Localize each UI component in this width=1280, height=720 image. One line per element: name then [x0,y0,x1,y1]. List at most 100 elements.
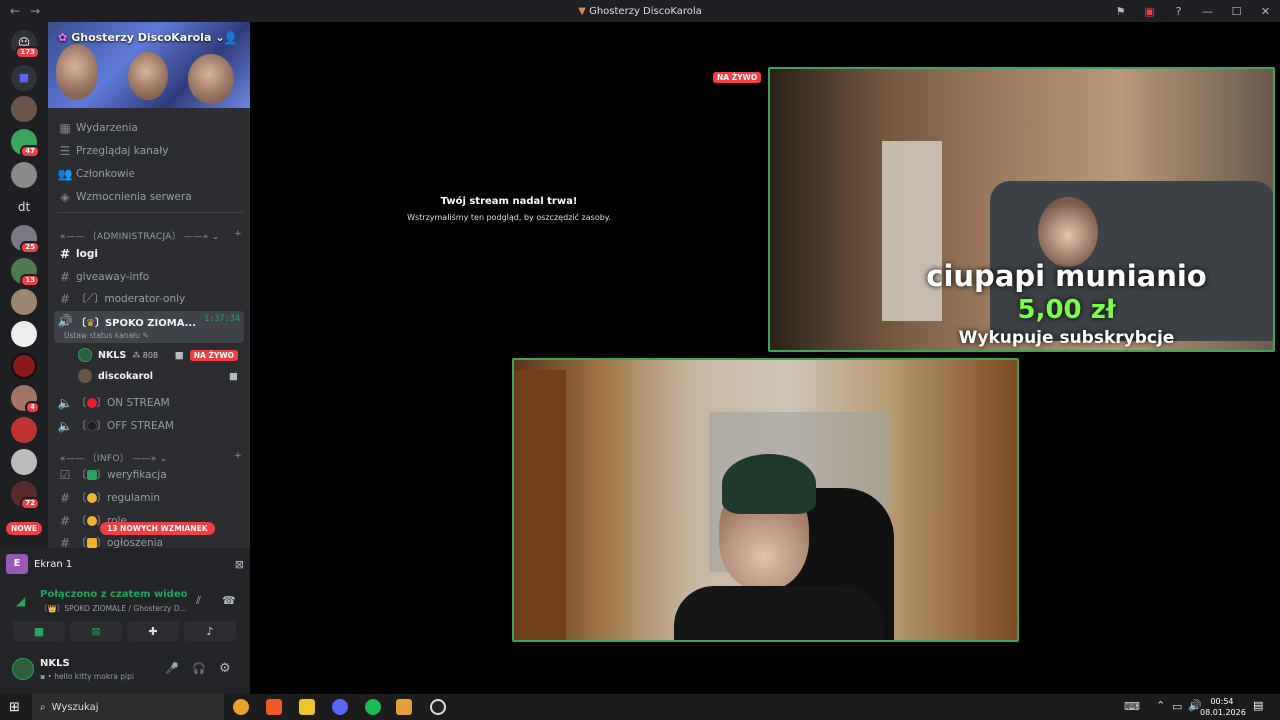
channel-off-stream[interactable]: 🔈 〔〕 OFF STREAM [54,415,244,436]
guild-icon[interactable] [11,353,37,379]
headphones-icon[interactable]: 🎧 [192,662,206,675]
app-icon[interactable] [233,699,249,715]
stream-tile-discokarol[interactable]: ciupapi munianio 5,00 zł Wykupuje subskr… [768,67,1275,352]
hash-icon: # [59,269,71,284]
notifications-icon[interactable]: ▤ [1253,699,1263,712]
category-admin[interactable]: «—— 〔ADMINISTRACJA〕 ——» ⌄ + [60,229,242,242]
help-icon[interactable]: ? [1164,5,1193,18]
minimize-button[interactable]: — [1193,5,1222,18]
guild-icon[interactable] [11,162,37,188]
obs-icon[interactable] [430,699,446,715]
guild-icon[interactable]: 72 [11,481,40,510]
inbox-icon[interactable]: ⚑ [1106,5,1135,18]
menu-server-boosts[interactable]: ◈ Wzmocnienia serwera [54,186,244,207]
discord-taskbar-icon[interactable] [332,699,348,715]
home-button[interactable]: ☺ 173 [11,30,40,59]
hash-icon: # [59,490,71,505]
guild-icon[interactable]: 47 [11,129,40,158]
speaker-icon: 🔈 [57,418,73,433]
streamer-image [1038,197,1098,267]
share-screen-button[interactable]: ⊠ [70,621,122,641]
windows-start-icon[interactable]: ⊞ [9,700,20,715]
guild-icon[interactable] [11,289,37,315]
menu-events[interactable]: ▦ Wydarzenia [54,117,244,138]
settings-icon[interactable]: ⚙ [219,661,231,676]
user-status: ▪ • hello kitty mokra pipi [40,672,134,681]
server-name[interactable]: ✿ Ghosterzy DiscoKarola ⌄ [58,31,225,44]
channel-giveaway-info[interactable]: # giveaway-info [54,266,244,287]
user-avatar[interactable] [12,658,34,680]
camera-icon: ■ [229,370,238,382]
door-image [514,370,566,640]
invite-icon[interactable]: 👤 [223,31,238,45]
channel-weryfikacja[interactable]: ☑ 〔〕 weryfikacja [54,464,244,485]
guild-icon[interactable] [11,321,37,347]
voice-user-discokarol[interactable]: discokarol ■ [78,366,238,386]
channel-on-stream[interactable]: 🔈 〔〕 ON STREAM [54,392,244,413]
search-icon: ⌕ [40,701,46,713]
clock[interactable]: 00:54 08.01.2026 [1200,696,1246,718]
username[interactable]: NKLS [40,658,70,669]
channel-logi[interactable]: # logi [54,243,244,264]
camera-button[interactable]: ■ [13,621,65,641]
notification-badge: 47 [20,145,40,158]
media-player-icon[interactable] [396,699,412,715]
banner-photo [128,52,168,100]
pencil-icon: ✎ [142,331,149,340]
activities-button[interactable]: ✚ [127,621,179,641]
channel-status-input[interactable]: Ustaw status kanału ✎ [64,331,204,340]
screen-share-icon[interactable]: ▣ [1135,5,1164,18]
connection-status[interactable]: ◢ Połączono z czatem wideo 〔👑〕SPOKO ZIOM… [6,586,244,618]
hash-icon: # [59,513,71,528]
guild-icon[interactable] [11,417,37,443]
banner-photo [56,44,98,100]
divider [58,212,244,213]
guild-icon[interactable]: ■ [11,65,37,91]
guild-icon[interactable]: 13 [11,258,40,287]
add-channel-icon[interactable]: + [234,451,242,464]
new-badge[interactable]: NOWE [6,522,43,535]
noise-suppression-icon[interactable]: ⫽ [196,594,201,608]
spotify-icon[interactable] [365,699,381,715]
brave-icon[interactable] [266,699,282,715]
soundboard-button[interactable]: ♪ [184,621,236,641]
apps-icon: ✚ [148,624,158,638]
guild-icon[interactable]: 4 [11,385,40,414]
close-button[interactable]: ✕ [1251,5,1280,18]
network-icon[interactable]: ▭ [1172,700,1182,713]
voice-user-nkls[interactable]: NKLS ⁂ 808 ■ NA ŻYWO [78,345,238,365]
avatar [78,369,92,383]
paused-notice: Twój stream nadal trwa! Wstrzymaliśmy te… [407,196,611,222]
voice-channel-spoko-ziomale[interactable]: 🔊 〔♛〕SPOKO ZIOMA... Ustaw status kanału … [54,311,244,343]
file-explorer-icon[interactable] [299,699,315,715]
taskbar-search[interactable]: ⌕ Wyszukaj [32,694,224,720]
guild-icon[interactable]: 25 [11,225,40,254]
screen-avatar: E [6,554,28,574]
speaker-icon: 🔈 [57,395,73,410]
guild-icon[interactable]: dt [11,194,37,220]
menu-members[interactable]: 👥 Członkowie [54,163,244,184]
add-channel-icon[interactable]: + [234,229,242,242]
channel-regulamin[interactable]: # 〔〕 regulamin [54,487,244,508]
server-banner[interactable]: ✿ Ghosterzy DiscoKarola ⌄ 👤 [48,22,250,108]
stop-share-icon[interactable]: ⊠ [235,558,244,571]
channel-moderator-only[interactable]: # 〔 ⟋ 〕 moderator-only [54,288,244,309]
guild-icon[interactable] [11,96,37,122]
new-mentions-badge[interactable]: 13 NOWYCH WZMIANEK [100,522,215,535]
back-arrow-icon[interactable]: ← [10,4,20,18]
guild-icon[interactable] [11,449,37,475]
crown-icon: ♛ [86,318,95,329]
menu-browse-channels[interactable]: ☰ Przeglądaj kanały [54,140,244,161]
microphone-icon[interactable]: 🎤 [165,662,179,675]
stream-tile-nkls[interactable] [512,358,1019,642]
title-bar: ← → ▼ Ghosterzy DiscoKarola ⚑ ▣ ? — ☐ ✕ [0,0,1280,22]
maximize-button[interactable]: ☐ [1222,5,1251,18]
jacket-image [674,586,884,640]
keyboard-icon[interactable]: ⌨ [1124,700,1140,713]
category-info[interactable]: «—— 〔INFO〕 ——» ⌄ + [60,451,242,464]
avatar [78,348,92,362]
forward-arrow-icon[interactable]: → [30,4,40,18]
tray-chevron-icon[interactable]: ⌃ [1156,699,1165,712]
disconnect-icon[interactable]: ☎ [222,594,236,607]
screen-share-item[interactable]: E Ekran 1 ⊠ [6,552,244,576]
